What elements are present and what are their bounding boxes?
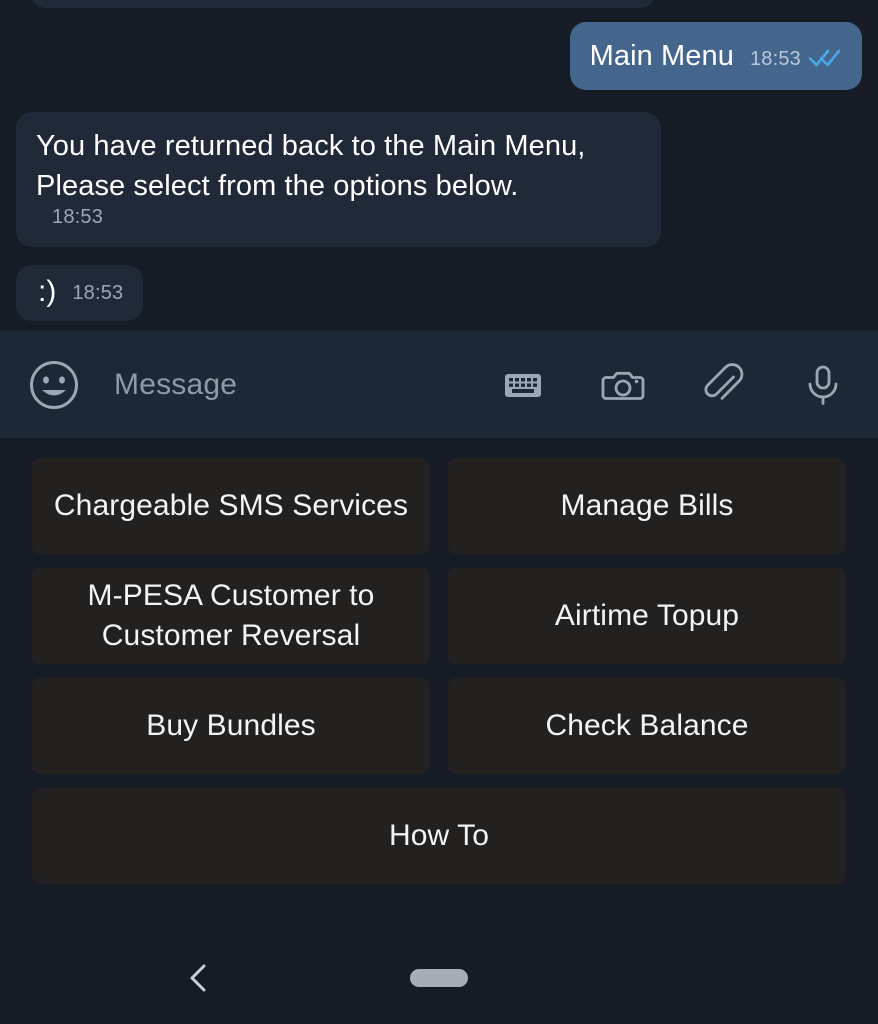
- smiley-icon[interactable]: [28, 359, 80, 411]
- kb-btn-chargeable-sms-services[interactable]: Chargeable SMS Services: [32, 458, 430, 554]
- kb-btn-mpesa-customer-reversal[interactable]: M-PESA Customer to Customer Reversal: [32, 568, 430, 664]
- keyboard-icon[interactable]: [500, 362, 546, 408]
- message-row-outgoing: Main Menu 18:53: [16, 0, 862, 90]
- message-bubble-smiley[interactable]: :) 18:53: [16, 265, 144, 321]
- keyboard-row: M-PESA Customer to Customer Reversal Air…: [32, 568, 846, 664]
- kb-btn-how-to[interactable]: How To: [32, 788, 846, 884]
- microphone-icon[interactable]: [800, 362, 846, 408]
- message-text: Main Menu: [589, 40, 734, 72]
- message-timestamp: 18:53: [749, 48, 801, 70]
- message-text: :): [38, 275, 57, 308]
- message-meta: 18:53: [72, 282, 123, 309]
- home-pill-indicator[interactable]: [410, 969, 468, 987]
- keyboard-row: Chargeable SMS Services Manage Bills: [32, 458, 846, 554]
- chevron-left-icon[interactable]: [178, 956, 222, 1000]
- keyboard-row: Buy Bundles Check Balance: [32, 678, 846, 774]
- chat-message-list[interactable]: Main Menu 18:53 You have returned back t…: [0, 0, 878, 330]
- attach-icon[interactable]: [700, 362, 746, 408]
- message-text: You have returned back to the Main Menu,…: [36, 130, 586, 202]
- kb-btn-buy-bundles[interactable]: Buy Bundles: [32, 678, 430, 774]
- message-meta: 18:53: [52, 206, 103, 233]
- message-meta: 18:53: [750, 47, 842, 76]
- message-input-placeholder[interactable]: Message: [114, 368, 500, 402]
- kb-btn-manage-bills[interactable]: Manage Bills: [448, 458, 846, 554]
- inline-keyboard-panel: Chargeable SMS Services Manage Bills M-P…: [0, 438, 878, 932]
- kb-btn-airtime-topup[interactable]: Airtime Topup: [448, 568, 846, 664]
- message-bubble-partial-cutoff[interactable]: [30, 0, 656, 8]
- message-timestamp: 18:53: [72, 282, 124, 304]
- system-navigation-bar: [0, 932, 878, 1024]
- phone-screen: Main Menu 18:53 You have returned back t…: [0, 0, 878, 1024]
- double-check-icon: [808, 47, 842, 72]
- message-timestamp: 18:53: [52, 206, 104, 228]
- message-row-incoming: You have returned back to the Main Menu,…: [16, 90, 862, 247]
- message-bubble-returned-main-menu[interactable]: You have returned back to the Main Menu,…: [16, 112, 661, 247]
- camera-icon[interactable]: [600, 362, 646, 408]
- message-row-incoming: :) 18:53: [16, 247, 862, 321]
- kb-btn-check-balance[interactable]: Check Balance: [448, 678, 846, 774]
- input-action-icons: [500, 362, 852, 408]
- message-bubble-main-menu[interactable]: Main Menu 18:53: [569, 22, 862, 90]
- message-input-bar: Message: [0, 330, 878, 438]
- keyboard-row: How To: [32, 788, 846, 884]
